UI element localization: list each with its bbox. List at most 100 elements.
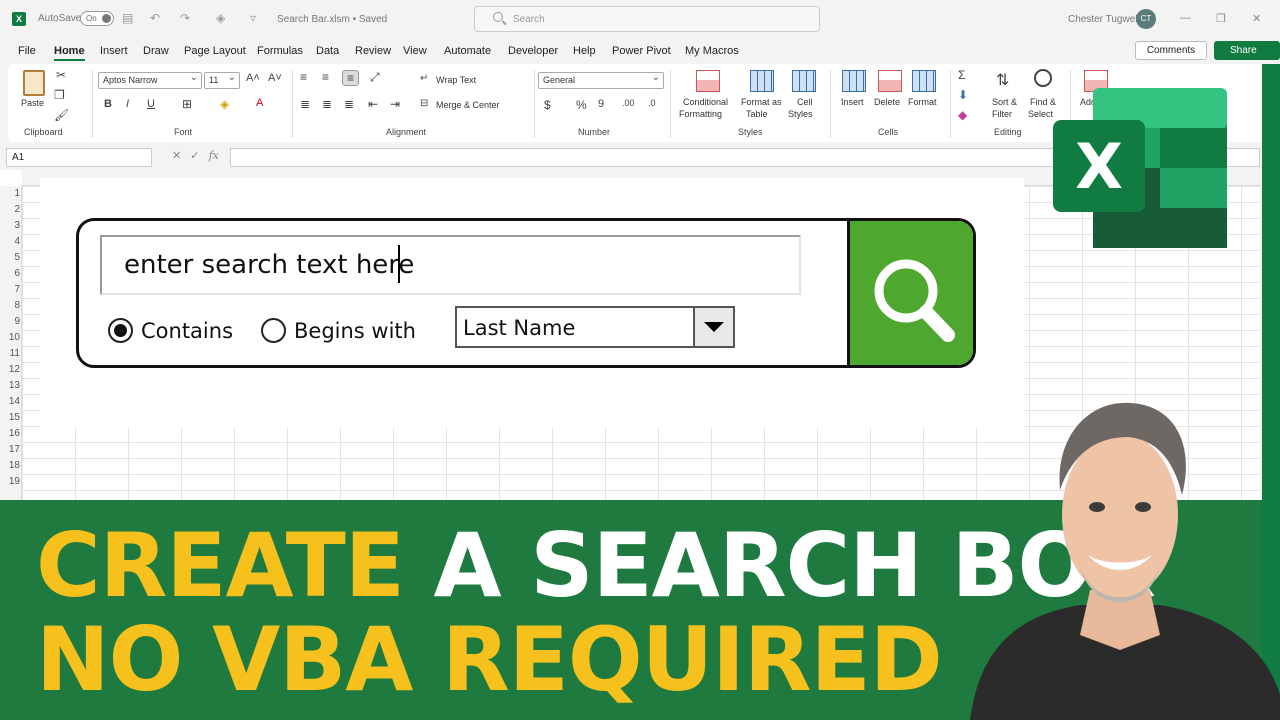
format-as-table-label-1[interactable]: Format as: [741, 97, 782, 107]
merge-center-button[interactable]: Merge & Center: [436, 100, 500, 110]
paste-label[interactable]: Paste: [21, 98, 44, 108]
align-bottom-icon[interactable]: ≡: [342, 70, 360, 86]
customize-qat-icon[interactable]: ▿: [250, 11, 256, 25]
chevron-down-icon[interactable]: [693, 308, 733, 346]
tab-draw[interactable]: Draw: [143, 45, 169, 57]
save-icon[interactable]: ▤: [122, 11, 133, 25]
tab-developer[interactable]: Developer: [508, 45, 558, 57]
increase-decimal-icon[interactable]: .00: [622, 98, 635, 108]
tab-formulas[interactable]: Formulas: [257, 45, 303, 57]
font-name-select[interactable]: Aptos Narrow: [98, 70, 202, 89]
undo-icon[interactable]: ↶: [150, 11, 160, 25]
search-text-field[interactable]: [100, 235, 801, 295]
minimize-icon[interactable]: —: [1180, 12, 1191, 24]
paste-icon[interactable]: [23, 70, 45, 96]
merge-center-icon[interactable]: ⊟: [420, 98, 428, 109]
autosum-icon[interactable]: Σ: [958, 68, 965, 82]
row-number[interactable]: 9: [0, 316, 20, 327]
row-number[interactable]: 5: [0, 252, 20, 263]
row-number[interactable]: 8: [0, 300, 20, 311]
format-as-table-icon[interactable]: [750, 70, 774, 92]
insert-cells-label[interactable]: Insert: [841, 97, 864, 107]
row-number[interactable]: 13: [0, 380, 20, 391]
search-text-input[interactable]: [124, 247, 784, 283]
tab-page-layout[interactable]: Page Layout: [184, 45, 246, 57]
align-top-icon[interactable]: ≡: [300, 70, 307, 84]
radio-contains[interactable]: Contains: [108, 318, 233, 343]
align-left-icon[interactable]: ≣: [300, 97, 310, 111]
tab-help[interactable]: Help: [573, 45, 596, 57]
row-number[interactable]: 11: [0, 348, 20, 359]
tab-data[interactable]: Data: [316, 45, 339, 57]
wrap-text-button[interactable]: Wrap Text: [436, 75, 476, 85]
cut-icon[interactable]: ✂: [56, 68, 66, 82]
font-color-icon[interactable]: A: [256, 97, 263, 109]
tab-home[interactable]: Home: [54, 45, 85, 61]
row-number[interactable]: 16: [0, 428, 20, 439]
align-right-icon[interactable]: ≣: [344, 97, 354, 111]
insert-function-icon[interactable]: fx: [209, 149, 219, 162]
avatar[interactable]: CT: [1136, 9, 1156, 29]
find-select-icon[interactable]: [1034, 69, 1052, 87]
row-number[interactable]: 3: [0, 220, 20, 231]
font-size-select[interactable]: 11: [204, 70, 240, 89]
number-format-select[interactable]: General: [538, 70, 664, 89]
radio-selected-icon[interactable]: [108, 318, 133, 343]
conditional-formatting-label-1[interactable]: Conditional: [683, 97, 728, 107]
delete-cells-icon[interactable]: [878, 70, 902, 92]
format-painter-icon[interactable]: 🖌: [54, 108, 69, 122]
format-cells-icon[interactable]: [912, 70, 936, 92]
align-center-icon[interactable]: ≣: [322, 97, 332, 111]
search-field-dropdown[interactable]: Last Name: [455, 306, 735, 348]
decrease-decimal-icon[interactable]: .0: [648, 98, 656, 108]
orientation-icon[interactable]: ⤢: [370, 70, 380, 85]
enter-icon[interactable]: ✓: [190, 150, 199, 162]
sort-filter-icon[interactable]: ⇅: [996, 70, 1009, 90]
fill-color-icon[interactable]: ◈: [216, 11, 225, 25]
tab-my-macros[interactable]: My Macros: [685, 45, 739, 57]
search-button[interactable]: [847, 221, 973, 365]
cell-styles-icon[interactable]: [792, 70, 816, 92]
fill-color-icon[interactable]: ◈: [220, 97, 229, 111]
comments-button[interactable]: Comments: [1135, 41, 1207, 60]
row-number[interactable]: 7: [0, 284, 20, 295]
find-select-label-2[interactable]: Select: [1028, 109, 1053, 119]
radio-begins-with[interactable]: Begins with: [261, 318, 416, 343]
format-as-table-label-2[interactable]: Table: [746, 109, 768, 119]
cell-styles-label-1[interactable]: Cell: [797, 97, 813, 107]
decrease-indent-icon[interactable]: ⇤: [368, 97, 378, 111]
tab-view[interactable]: View: [403, 45, 427, 57]
redo-icon[interactable]: ↷: [180, 11, 190, 25]
name-box[interactable]: A1: [6, 148, 152, 167]
row-number[interactable]: 15: [0, 412, 20, 423]
increase-indent-icon[interactable]: ⇥: [390, 97, 400, 111]
row-number[interactable]: 10: [0, 332, 20, 343]
sort-filter-label-2[interactable]: Filter: [992, 109, 1012, 119]
cell-styles-label-2[interactable]: Styles: [788, 109, 813, 119]
insert-cells-icon[interactable]: [842, 70, 866, 92]
wrap-text-icon[interactable]: ↵: [420, 73, 428, 84]
comma-icon[interactable]: 9: [598, 98, 604, 110]
row-number[interactable]: 2: [0, 204, 20, 215]
shrink-font-icon[interactable]: A˅: [268, 72, 282, 84]
currency-icon[interactable]: $: [544, 98, 551, 112]
italic-icon[interactable]: I: [126, 98, 129, 110]
row-number[interactable]: 12: [0, 364, 20, 375]
conditional-formatting-label-2[interactable]: Formatting: [679, 109, 722, 119]
row-number[interactable]: 19: [0, 476, 20, 487]
fill-icon[interactable]: ⬇: [958, 88, 968, 102]
tab-power-pivot[interactable]: Power Pivot: [612, 45, 671, 57]
bold-icon[interactable]: B: [104, 98, 112, 110]
row-number[interactable]: 4: [0, 236, 20, 247]
cancel-icon[interactable]: ✕: [172, 150, 181, 162]
row-number[interactable]: 18: [0, 460, 20, 471]
tab-automate[interactable]: Automate: [444, 45, 491, 57]
delete-cells-label[interactable]: Delete: [874, 97, 900, 107]
copy-icon[interactable]: ❐: [54, 88, 65, 102]
borders-icon[interactable]: ⊞: [182, 97, 192, 111]
conditional-formatting-icon[interactable]: [696, 70, 720, 92]
search-box[interactable]: Search: [474, 6, 820, 32]
tab-file[interactable]: File: [18, 45, 36, 57]
align-middle-icon[interactable]: ≡: [322, 70, 329, 84]
row-number[interactable]: 17: [0, 444, 20, 455]
